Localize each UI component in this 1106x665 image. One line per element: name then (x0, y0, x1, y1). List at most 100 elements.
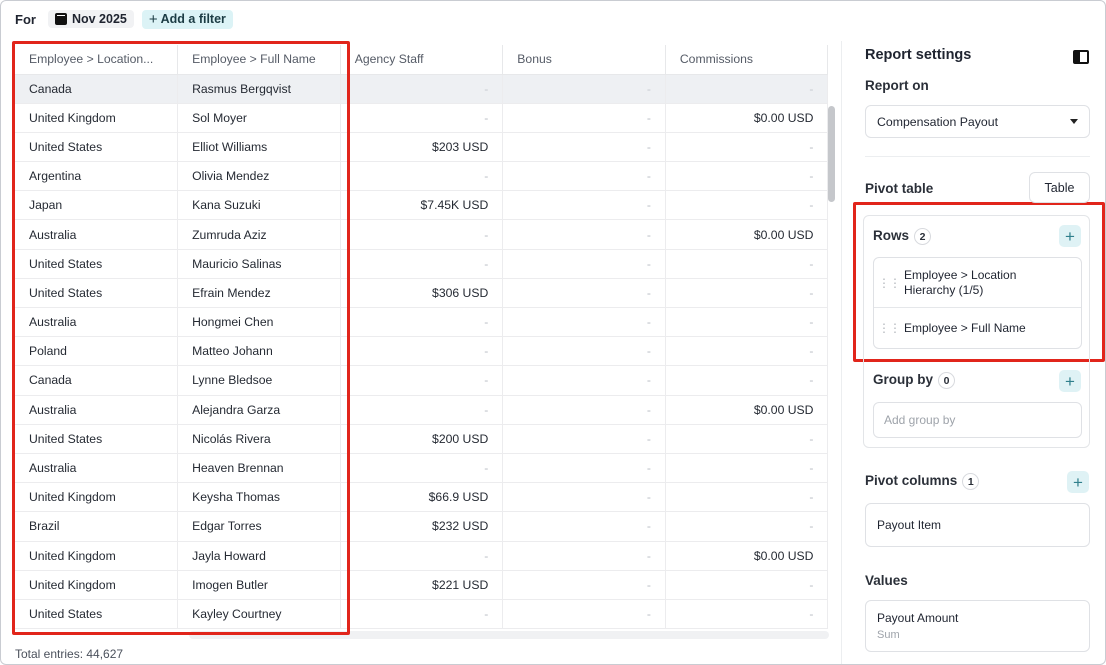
table-cell: $221 USD (340, 570, 504, 600)
table-cell: $232 USD (340, 511, 504, 542)
filter-bar: For Nov 2025 + Add a filter (15, 9, 233, 29)
table-cell: - (502, 395, 666, 425)
table-cell: - (502, 132, 666, 163)
plus-icon: + (148, 10, 158, 28)
vertical-scrollbar[interactable] (828, 106, 835, 202)
table-cell: - (502, 190, 666, 221)
pivot-column-item[interactable]: Payout Item (865, 503, 1090, 547)
pivot-columns-label-text: Pivot columns (865, 473, 958, 489)
table-cell: - (665, 482, 829, 513)
table-cell: $306 USD (340, 278, 504, 309)
table-cell: $66.9 USD (340, 482, 504, 513)
table-cell: - (502, 511, 666, 542)
sidebar-toggle-icon[interactable] (1073, 50, 1089, 64)
pivot-columns-count-badge: 1 (962, 473, 980, 490)
add-pivot-column-button[interactable]: + (1067, 471, 1089, 493)
report-settings-title: Report settings (865, 47, 972, 63)
panel-divider (841, 41, 842, 664)
group-by-input[interactable]: Add group by (873, 402, 1082, 438)
calendar-icon (54, 13, 67, 25)
column-header-commissions[interactable]: Commissions (665, 45, 829, 75)
value-item[interactable]: Payout Amount Sum (865, 600, 1090, 652)
table-cell: - (665, 599, 829, 630)
add-row-button[interactable]: + (1059, 225, 1081, 247)
row-item-label: Employee > Location Hierarchy (1/5) (904, 267, 1017, 297)
table-cell: - (502, 161, 666, 192)
table-cell: - (502, 219, 666, 250)
plus-icon: + (1065, 226, 1075, 246)
table-cell: $0.00 USD (665, 103, 829, 133)
table-cell: - (502, 74, 666, 104)
table-cell: - (340, 103, 504, 133)
total-entries: Total entries: 44,627 (15, 647, 124, 661)
table-view-button[interactable]: Table (1029, 172, 1090, 203)
table-cell: $0.00 USD (665, 541, 829, 571)
table-cell: $200 USD (340, 424, 504, 454)
highlight-box-row-columns (12, 41, 350, 635)
rows-list: ⋮⋮ Employee > Location Hierarchy (1/5) ⋮… (873, 257, 1082, 349)
drag-handle-icon[interactable]: ⋮⋮ (874, 321, 904, 335)
chevron-down-icon (1070, 119, 1078, 124)
report-on-select[interactable]: Compensation Payout (865, 105, 1090, 138)
table-cell: - (665, 424, 829, 454)
table-cell: - (665, 307, 829, 338)
table-cell: - (665, 190, 829, 221)
table-cell: - (502, 249, 666, 279)
table-cell: - (340, 161, 504, 192)
table-cell: - (340, 219, 504, 250)
row-item-full-name[interactable]: ⋮⋮ Employee > Full Name (874, 308, 1081, 348)
date-filter-chip[interactable]: Nov 2025 (47, 10, 134, 28)
plus-icon: + (1073, 472, 1083, 492)
table-cell: - (665, 132, 829, 163)
table-cell: - (502, 336, 666, 367)
row-item-label: Employee > Full Name (904, 321, 1026, 335)
add-group-by-button[interactable]: + (1059, 370, 1081, 392)
settings-divider (865, 156, 1090, 157)
table-cell: - (340, 395, 504, 425)
table-cell: $0.00 USD (665, 395, 829, 425)
value-item-label: Payout Amount (877, 611, 959, 625)
report-on-value: Compensation Payout (877, 114, 998, 129)
table-cell: - (665, 453, 829, 484)
table-cell: - (665, 249, 829, 279)
table-cell: - (340, 336, 504, 367)
table-cell: - (340, 599, 504, 630)
pivot-column-item-label: Payout Item (877, 518, 942, 532)
table-cell: - (665, 336, 829, 367)
table-cell: - (502, 365, 666, 396)
date-filter-label: Nov 2025 (71, 12, 127, 26)
table-cell: - (502, 424, 666, 454)
table-cell: - (502, 570, 666, 600)
table-cell: - (665, 74, 829, 104)
rows-label: Rows 2 (873, 228, 932, 245)
group-by-label: Group by 0 (873, 372, 955, 389)
table-cell: - (502, 482, 666, 513)
rows-count-badge: 2 (914, 228, 932, 245)
table-cell: - (665, 278, 829, 309)
table-cell: - (340, 249, 504, 279)
table-cell: - (502, 103, 666, 133)
table-cell: - (502, 453, 666, 484)
pivot-table-label: Pivot table (865, 181, 934, 196)
drag-handle-icon[interactable]: ⋮⋮ (874, 276, 904, 290)
row-item-location[interactable]: ⋮⋮ Employee > Location Hierarchy (1/5) (874, 258, 1081, 308)
table-cell: - (340, 74, 504, 104)
column-header-agency-staff[interactable]: Agency Staff (340, 45, 504, 75)
table-cell: - (665, 161, 829, 192)
rows-label-text: Rows (873, 228, 910, 244)
for-label: For (15, 11, 36, 27)
report-on-label: Report on (865, 78, 929, 93)
add-filter-button[interactable]: + Add a filter (141, 9, 233, 29)
group-by-count-badge: 0 (938, 372, 955, 389)
table-cell: - (340, 365, 504, 396)
column-header-bonus[interactable]: Bonus (502, 45, 666, 75)
group-by-label-text: Group by (873, 372, 933, 388)
table-cell: $203 USD (340, 132, 504, 163)
table-cell: - (665, 570, 829, 600)
table-cell: $0.00 USD (665, 219, 829, 250)
value-item-aggregation: Sum (877, 629, 900, 641)
table-cell: - (665, 511, 829, 542)
add-filter-label: Add a filter (160, 12, 226, 26)
plus-icon: + (1065, 371, 1075, 391)
table-cell: - (502, 541, 666, 571)
